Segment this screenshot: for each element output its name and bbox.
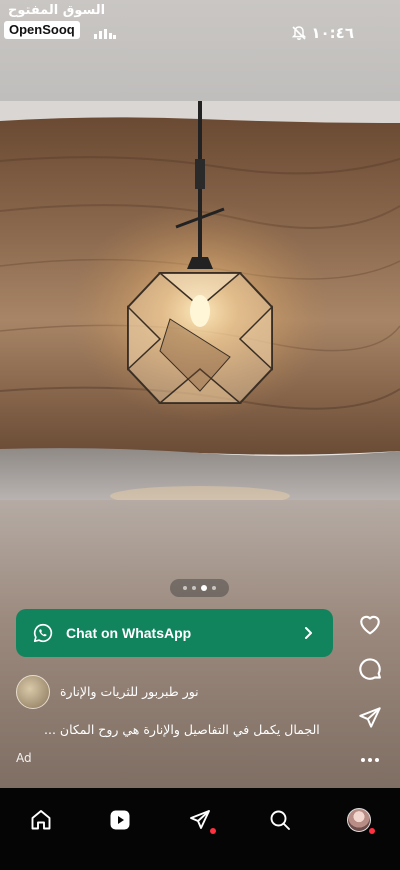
more-options-button[interactable] bbox=[352, 742, 388, 778]
messages-icon bbox=[190, 810, 210, 829]
nav-home[interactable] bbox=[19, 798, 63, 842]
nav-profile[interactable] bbox=[337, 798, 381, 842]
like-button[interactable] bbox=[352, 606, 388, 642]
carousel-indicator bbox=[170, 579, 229, 597]
brand-arabic-text: السوق المفتوح bbox=[8, 3, 106, 18]
nav-messages[interactable] bbox=[178, 798, 222, 842]
nav-search[interactable] bbox=[258, 798, 302, 842]
account-avatar[interactable] bbox=[16, 675, 50, 709]
post-caption[interactable]: الجمال يكمل في التفاصيل والإنارة هي روح … bbox=[44, 722, 320, 737]
nav-reels[interactable] bbox=[98, 798, 142, 842]
comment-icon bbox=[359, 658, 381, 680]
reel-media-image[interactable] bbox=[0, 101, 400, 500]
share-button[interactable] bbox=[352, 700, 388, 736]
status-bar: السوق المفتوح OpenSooq ١٠:٤٦ bbox=[0, 0, 400, 46]
brand-logo: OpenSooq bbox=[4, 21, 80, 39]
status-right: ١٠:٤٦ bbox=[291, 24, 354, 42]
mute-bell-icon bbox=[292, 26, 307, 40]
carousel-dot bbox=[192, 586, 196, 590]
notification-dot bbox=[210, 828, 216, 834]
share-icon bbox=[359, 707, 381, 728]
account-name[interactable]: نور طبربور للثريات والإنارة bbox=[60, 684, 199, 699]
bottom-nav-bar bbox=[0, 788, 400, 870]
comment-button[interactable] bbox=[352, 652, 388, 688]
ad-label: Ad bbox=[16, 751, 32, 765]
search-icon bbox=[270, 810, 290, 830]
pendant-lamp-image bbox=[0, 101, 400, 500]
reel-screen: السوق المفتوح OpenSooq ١٠:٤٦ Chat on Wha… bbox=[0, 0, 400, 788]
notification-dot bbox=[369, 828, 375, 834]
reels-icon bbox=[110, 810, 130, 830]
chevron-right-icon bbox=[305, 627, 312, 639]
more-icon bbox=[361, 758, 379, 762]
profile-avatar bbox=[347, 808, 371, 832]
carousel-dot bbox=[183, 586, 187, 590]
whatsapp-icon bbox=[33, 623, 53, 643]
carousel-dot bbox=[212, 586, 216, 590]
carousel-dot-active bbox=[201, 585, 207, 591]
heart-icon bbox=[360, 615, 380, 635]
home-icon bbox=[31, 810, 51, 830]
clock: ١٠:٤٦ bbox=[311, 24, 354, 42]
whatsapp-button-label: Chat on WhatsApp bbox=[66, 625, 192, 641]
signal-icon bbox=[94, 29, 116, 39]
chat-on-whatsapp-button[interactable]: Chat on WhatsApp bbox=[16, 609, 333, 657]
